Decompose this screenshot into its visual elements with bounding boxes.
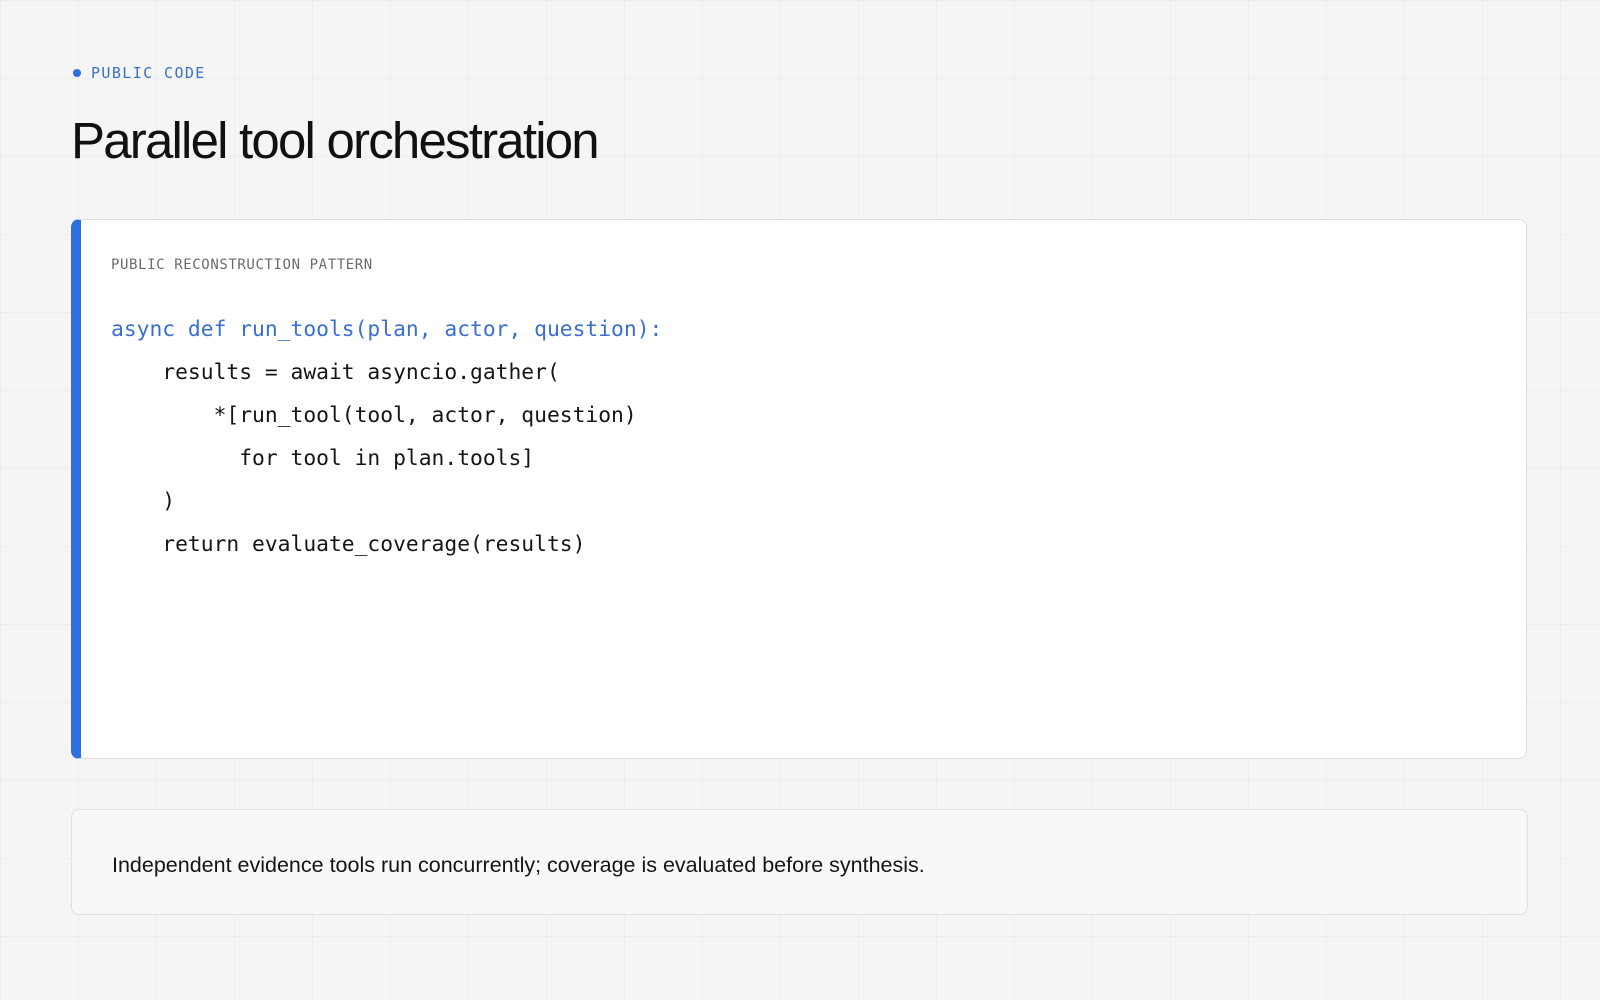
code-panel-label: PUBLIC RECONSTRUCTION PATTERN [111,257,373,273]
code-block: async def run_tools(plan, actor, questio… [111,308,662,566]
summary-note: Independent evidence tools run concurren… [71,809,1528,915]
code-line: ) [111,489,176,514]
code-line: return evaluate_coverage(results) [111,532,586,557]
code-line-function-signature: async def run_tools(plan, actor, questio… [111,317,663,342]
code-line: results = await asyncio.gather( [111,360,560,385]
bullet-dot-icon [73,69,81,77]
section-eyebrow: PUBLIC CODE [73,64,206,82]
code-panel: PUBLIC RECONSTRUCTION PATTERN async def … [71,219,1527,759]
page-title: Parallel tool orchestration [71,112,600,169]
code-line: *[run_tool(tool, actor, question) [111,403,637,428]
summary-note-text: Independent evidence tools run concurren… [112,853,925,877]
code-line: for tool in plan.tools] [111,446,535,471]
eyebrow-label: PUBLIC CODE [91,64,206,82]
